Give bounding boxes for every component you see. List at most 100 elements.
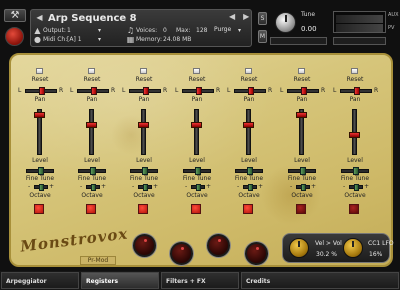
octave-minus-button[interactable]: - xyxy=(290,183,292,190)
pan-handle[interactable] xyxy=(39,87,45,95)
cc1-lfo-knob[interactable] xyxy=(343,238,363,258)
pan-handle[interactable] xyxy=(196,87,202,95)
register-knob-2[interactable] xyxy=(170,242,193,265)
fine-tune-slider[interactable] xyxy=(26,167,54,175)
octave-handle[interactable] xyxy=(196,184,201,191)
channel-led-button[interactable] xyxy=(34,204,44,214)
tab-filters-fx[interactable]: Filters + FX xyxy=(161,272,239,289)
octave-minus-button[interactable]: - xyxy=(343,183,345,190)
purge-dropdown-icon[interactable]: ▾ xyxy=(238,27,241,34)
pan-handle[interactable] xyxy=(143,87,149,95)
fine-tune-slider[interactable] xyxy=(341,167,369,175)
octave-plus-button[interactable]: + xyxy=(258,183,263,190)
pan-handle[interactable] xyxy=(301,87,307,95)
output-dropdown-icon[interactable]: ▾ xyxy=(98,27,101,34)
register-knob-3[interactable] xyxy=(207,234,230,257)
max-value[interactable]: 128 xyxy=(196,27,207,34)
octave-plus-button[interactable]: + xyxy=(101,183,106,190)
octave-minus-button[interactable]: - xyxy=(237,183,239,190)
fine-tune-handle[interactable] xyxy=(90,167,96,175)
octave-handle[interactable] xyxy=(91,184,96,191)
register-knob-4[interactable] xyxy=(245,242,268,265)
level-fader[interactable] xyxy=(138,109,149,155)
octave-slider[interactable] xyxy=(138,184,152,191)
fine-tune-handle[interactable] xyxy=(353,167,359,175)
reset-checkbox[interactable] xyxy=(351,68,358,74)
pan-strip[interactable] xyxy=(270,37,327,45)
pan-slider[interactable] xyxy=(287,87,319,95)
tab-registers[interactable]: Registers xyxy=(81,272,159,289)
octave-slider[interactable] xyxy=(34,184,48,191)
pan-slider[interactable] xyxy=(129,87,161,95)
reset-checkbox[interactable] xyxy=(88,68,95,74)
instrument-prev-next-icon[interactable]: ◀▶ xyxy=(229,12,257,21)
reset-checkbox[interactable] xyxy=(193,68,200,74)
octave-slider[interactable] xyxy=(86,184,100,191)
tab-arpeggiator[interactable]: Arpeggiator xyxy=(1,272,79,289)
register-knob-1[interactable] xyxy=(133,234,156,257)
tab-credits[interactable]: Credits xyxy=(241,272,399,289)
wrench-icon[interactable]: ⚒ xyxy=(4,9,26,22)
level-handle[interactable] xyxy=(296,112,307,118)
channel-led-button[interactable] xyxy=(296,204,306,214)
octave-minus-button[interactable]: - xyxy=(80,183,82,190)
fine-tune-slider[interactable] xyxy=(130,167,158,175)
fine-tune-slider[interactable] xyxy=(288,167,316,175)
octave-slider[interactable] xyxy=(191,184,205,191)
fine-tune-slider[interactable] xyxy=(235,167,263,175)
purge-button[interactable]: Purge xyxy=(214,26,231,33)
octave-handle[interactable] xyxy=(39,184,44,191)
octave-minus-button[interactable]: - xyxy=(132,183,134,190)
vel-vol-knob[interactable] xyxy=(289,238,309,258)
octave-minus-button[interactable]: - xyxy=(28,183,30,190)
channel-led-button[interactable] xyxy=(191,204,201,214)
fine-tune-slider[interactable] xyxy=(183,167,211,175)
octave-slider[interactable] xyxy=(296,184,310,191)
pan-slider[interactable] xyxy=(340,87,372,95)
octave-plus-button[interactable]: + xyxy=(311,183,316,190)
pan-handle[interactable] xyxy=(91,87,97,95)
level-handle[interactable] xyxy=(191,122,202,128)
reset-checkbox[interactable] xyxy=(36,68,43,74)
channel-led-button[interactable] xyxy=(243,204,253,214)
instrument-name[interactable]: Arp Sequence 8 xyxy=(48,13,137,24)
mute-button[interactable]: M xyxy=(258,30,267,43)
octave-slider[interactable] xyxy=(243,184,257,191)
octave-minus-button[interactable]: - xyxy=(185,183,187,190)
level-fader[interactable] xyxy=(349,109,360,155)
reset-checkbox[interactable] xyxy=(245,68,252,74)
channel-led-button[interactable] xyxy=(138,204,148,214)
channel-led-button[interactable] xyxy=(349,204,359,214)
octave-handle[interactable] xyxy=(354,184,359,191)
level-handle[interactable] xyxy=(243,122,254,128)
reset-checkbox[interactable] xyxy=(140,68,147,74)
octave-plus-button[interactable]: + xyxy=(49,183,54,190)
pro-mod-button[interactable]: Pr-Mod xyxy=(80,256,116,265)
volume-strip[interactable] xyxy=(333,37,386,45)
output-value[interactable]: 1 xyxy=(67,27,71,34)
octave-handle[interactable] xyxy=(143,184,148,191)
level-handle[interactable] xyxy=(349,132,360,138)
octave-slider[interactable] xyxy=(349,184,363,191)
instrument-nav-icon[interactable]: ◀ xyxy=(35,13,44,22)
solo-button[interactable]: S xyxy=(258,12,267,25)
reset-checkbox[interactable] xyxy=(298,68,305,74)
level-fader[interactable] xyxy=(296,109,307,155)
midi-dropdown-icon[interactable]: ▾ xyxy=(98,36,101,43)
level-fader[interactable] xyxy=(243,109,254,155)
octave-handle[interactable] xyxy=(301,184,306,191)
pan-slider[interactable] xyxy=(234,87,266,95)
fine-tune-handle[interactable] xyxy=(142,167,148,175)
fine-tune-handle[interactable] xyxy=(38,167,44,175)
pan-slider[interactable] xyxy=(77,87,109,95)
pan-handle[interactable] xyxy=(354,87,360,95)
octave-plus-button[interactable]: + xyxy=(364,183,369,190)
pv-label[interactable]: PV xyxy=(388,25,394,31)
level-handle[interactable] xyxy=(138,122,149,128)
aux-label[interactable]: AUX xyxy=(388,12,399,18)
pan-handle[interactable] xyxy=(248,87,254,95)
level-fader[interactable] xyxy=(191,109,202,155)
fine-tune-handle[interactable] xyxy=(195,167,201,175)
fine-tune-handle[interactable] xyxy=(300,167,306,175)
pan-slider[interactable] xyxy=(182,87,214,95)
